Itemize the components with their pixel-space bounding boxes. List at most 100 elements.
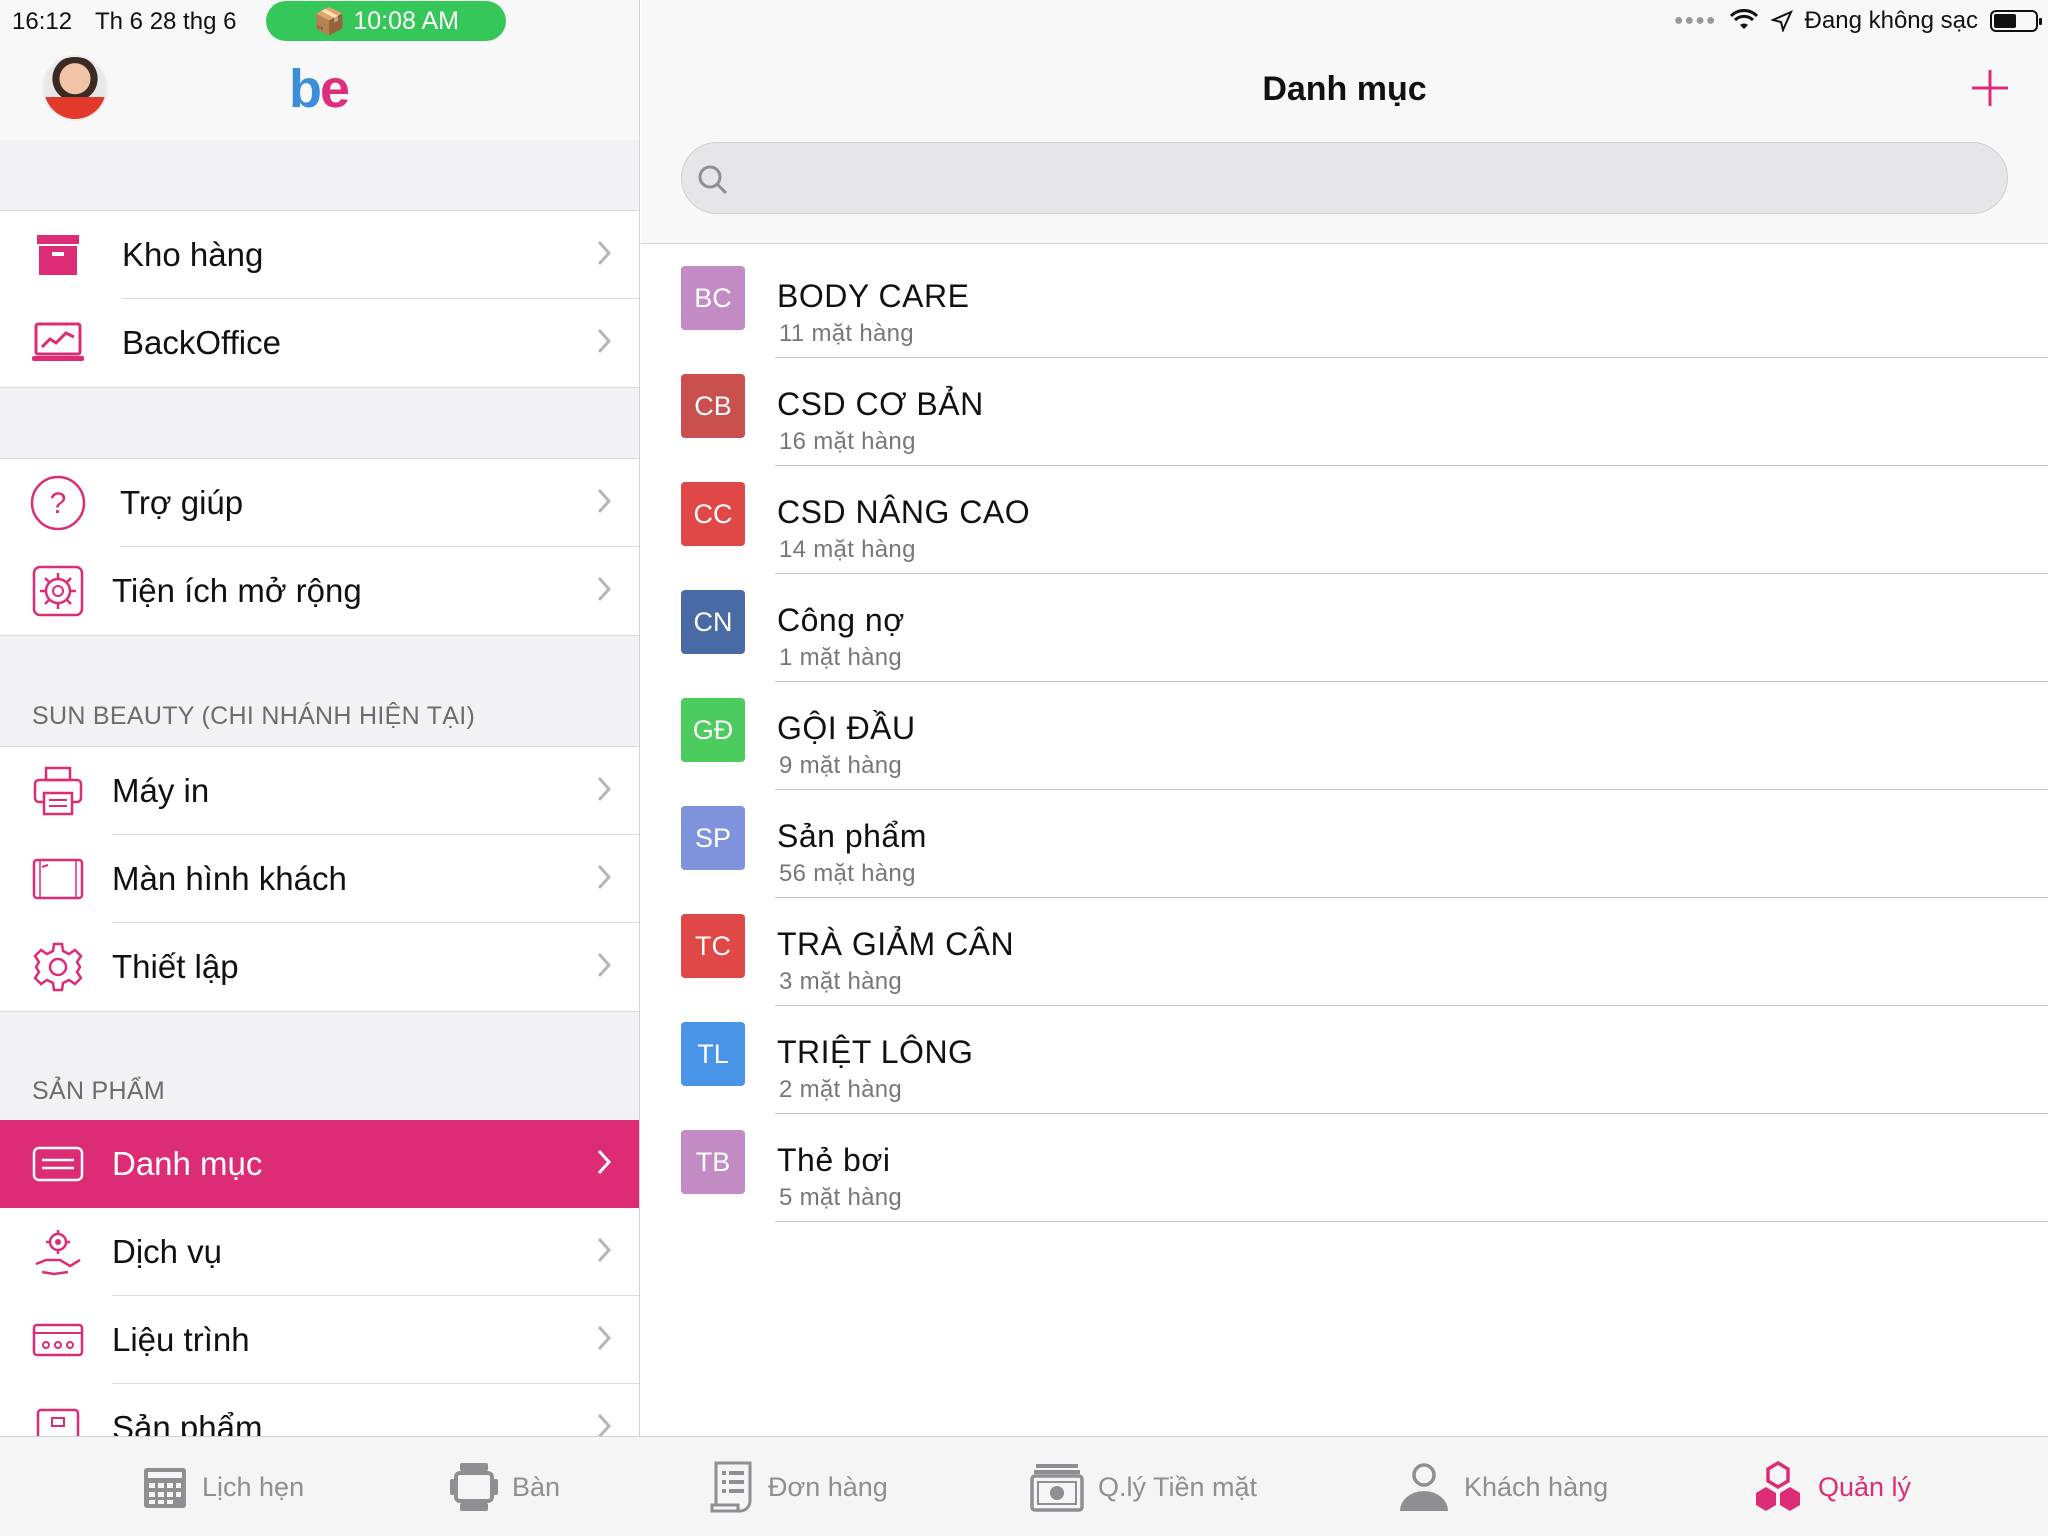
sidebar-item-may-in[interactable]: Máy in [0, 747, 639, 835]
tab-ban[interactable]: Bàn [450, 1437, 560, 1536]
category-name: Công nợ [777, 602, 905, 638]
category-row[interactable]: SP Sản phẩm 56 mặt hàng [641, 790, 2048, 898]
tab-label: Khách hàng [1464, 1471, 1609, 1502]
sidebar-item-label: Thiết lập [112, 948, 239, 985]
svg-text:?: ? [50, 487, 67, 520]
tab-quan-ly-tien-mat[interactable]: Q.lý Tiền mặt [1030, 1437, 1257, 1536]
category-initials-badge: BC [681, 266, 745, 330]
sidebar-item-dich-vu[interactable]: Dịch vụ [0, 1208, 639, 1296]
category-initials-badge: SP [681, 806, 745, 870]
call-pill[interactable]: 📦 10:08 AM [266, 1, 506, 41]
customer-display-icon [30, 855, 86, 903]
branch-section-title: SUN BEAUTY (CHI NHÁNH HIỆN TẠI) [32, 702, 476, 730]
battery-icon [1990, 10, 2042, 32]
tab-label: Lịch hẹn [202, 1471, 305, 1502]
sidebar-item-man-hinh-khach[interactable]: Màn hình khách [0, 835, 639, 923]
cash-register-icon [1030, 1464, 1084, 1512]
category-panel: Danh mục BC BODY CARE 11 mặt hàng CB CSD CƠ … [641, 0, 2048, 1436]
sidebar-item-label: Máy in [112, 772, 210, 809]
category-item-count: 11 mặt hàng [779, 320, 914, 347]
chevron-right-icon [597, 776, 612, 802]
status-time: 16:12 [12, 8, 73, 35]
category-name: BODY CARE [777, 278, 970, 314]
sidebar-group-products: Danh mục Dịch vụ Liệu trình Sản phẩm [0, 1120, 639, 1436]
wifi-icon [1729, 9, 1758, 29]
sidebar: be Kho hàng BackOffice ? Trợ giúp Tiện í… [0, 0, 640, 1436]
status-date: Th 6 28 thg 6 [95, 8, 237, 35]
category-item-count: 2 mặt hàng [779, 1076, 903, 1103]
category-row[interactable]: CB CSD CƠ BẢN 16 mặt hàng [641, 358, 2048, 466]
status-right: ●●●● Đang không sạc [1674, 4, 2042, 38]
extension-gear-icon [30, 565, 86, 617]
category-item-count: 1 mặt hàng [779, 644, 903, 671]
sidebar-item-label: Dịch vụ [112, 1233, 223, 1270]
sidebar-item-lieu-trinh[interactable]: Liệu trình [0, 1296, 639, 1384]
category-item-count: 9 mặt hàng [779, 752, 903, 779]
category-name: TRÀ GIẢM CÂN [777, 926, 1015, 962]
archive-box-icon [30, 231, 86, 279]
treatment-card-icon [30, 1316, 86, 1364]
products-section-title: SẢN PHẨM [32, 1077, 165, 1105]
sidebar-item-label: Kho hàng [122, 236, 264, 273]
chevron-right-icon [597, 1413, 612, 1436]
app-logo: be [289, 59, 350, 119]
category-row[interactable]: GĐ GỘI ĐẦU 9 mặt hàng [641, 682, 2048, 790]
settings-gear-icon [30, 942, 86, 992]
help-circle-icon: ? [30, 475, 86, 531]
receipt-icon [710, 1461, 752, 1513]
search-input[interactable] [742, 153, 1982, 205]
sidebar-item-san-pham[interactable]: Sản phẩm [0, 1384, 639, 1436]
chevron-right-icon [597, 1325, 612, 1351]
tab-quan-ly[interactable]: Quản lý [1752, 1437, 1911, 1536]
tab-label: Đơn hàng [768, 1471, 888, 1502]
chevron-right-icon [597, 488, 612, 514]
sidebar-item-danh-muc[interactable]: Danh mục [0, 1120, 639, 1208]
category-item-count: 5 mặt hàng [779, 1184, 903, 1211]
category-initials-badge: CN [681, 590, 745, 654]
sidebar-item-label: Màn hình khách [112, 860, 347, 897]
sidebar-item-tien-ich[interactable]: Tiện ích mở rộng [0, 547, 639, 635]
tab-khach-hang[interactable]: Khách hàng [1398, 1437, 1608, 1536]
chevron-right-icon [597, 576, 612, 602]
tab-don-hang[interactable]: Đơn hàng [708, 1437, 888, 1536]
sidebar-item-label: Trợ giúp [120, 484, 244, 521]
table-icon [450, 1463, 498, 1511]
category-item-count: 56 mặt hàng [779, 860, 916, 887]
add-icon[interactable] [1970, 68, 2010, 108]
category-name: Sản phẩm [777, 818, 927, 854]
category-initials-badge: TL [681, 1022, 745, 1086]
hexagons-icon [1756, 1461, 1800, 1511]
sidebar-item-kho-hang[interactable]: Kho hàng [0, 211, 639, 299]
row-divider [775, 1221, 2048, 1222]
category-item-count: 3 mặt hàng [779, 968, 903, 995]
category-initials-badge: CB [681, 374, 745, 438]
category-name: Thẻ bơi [777, 1142, 891, 1178]
tab-lich-hen[interactable]: Lịch hẹn [142, 1437, 304, 1536]
chevron-right-icon [597, 328, 612, 354]
printer-icon [30, 766, 86, 816]
pill-time: 10:08 AM [353, 6, 459, 35]
sidebar-item-tro-giup[interactable]: ? Trợ giúp [0, 459, 639, 547]
package-icon: 📦 [312, 5, 346, 36]
category-name: GỘI ĐẦU [777, 710, 916, 746]
laptop-chart-icon [30, 319, 86, 367]
sidebar-item-label: BackOffice [122, 324, 281, 361]
category-row[interactable]: TL TRIỆT LÔNG 2 mặt hàng [641, 1006, 2048, 1114]
category-item-count: 14 mặt hàng [779, 536, 916, 563]
sidebar-item-backoffice[interactable]: BackOffice [0, 299, 639, 387]
sidebar-item-label: Sản phẩm [112, 1409, 263, 1436]
chevron-right-icon [597, 1237, 612, 1263]
category-row[interactable]: TB Thẻ bơi 5 mặt hàng [641, 1114, 2048, 1222]
search-bar[interactable] [681, 142, 2008, 214]
category-row[interactable]: CN Công nợ 1 mặt hàng [641, 574, 2048, 682]
category-row[interactable]: TC TRÀ GIẢM CÂN 3 mặt hàng [641, 898, 2048, 1006]
avatar[interactable] [42, 55, 108, 121]
product-box-icon [30, 1404, 86, 1436]
category-row[interactable]: BC BODY CARE 11 mặt hàng [641, 250, 2048, 358]
sidebar-item-label: Liệu trình [112, 1321, 250, 1358]
tab-label: Bàn [512, 1471, 561, 1502]
sidebar-item-thiet-lap[interactable]: Thiết lập [0, 923, 639, 1011]
category-row[interactable]: CC CSD NÂNG CAO 14 mặt hàng [641, 466, 2048, 574]
calendar-keypad-icon [144, 1468, 186, 1508]
sidebar-group-help: ? Trợ giúp Tiện ích mở rộng [0, 458, 639, 636]
